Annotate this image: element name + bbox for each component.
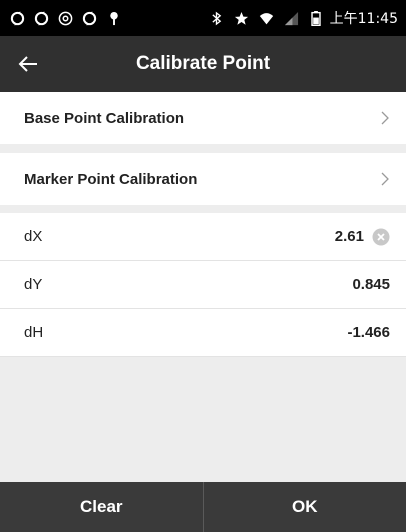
system-icons: 上午11:45 — [209, 8, 398, 28]
status-time: 上午11:45 — [329, 11, 398, 27]
dx-row: dX 2.61 — [0, 213, 406, 261]
location-pin-icon — [106, 11, 121, 26]
at-icon — [58, 11, 73, 26]
app-bar: Calibrate Point — [0, 36, 406, 92]
chevron-right-icon — [380, 110, 390, 126]
dy-row: dY 0.845 — [0, 261, 406, 309]
ok-button[interactable]: OK — [203, 482, 406, 532]
dy-label: dY — [24, 276, 43, 293]
page-title: Calibrate Point — [135, 53, 271, 74]
clear-field-icon[interactable] — [372, 228, 390, 246]
sync-icon — [82, 10, 97, 26]
dh-value-field[interactable]: -1.466 — [347, 324, 390, 341]
base-point-calibration-item[interactable]: Base Point Calibration — [0, 92, 406, 144]
wifi-icon — [259, 11, 274, 26]
marker-point-calibration-label: Marker Point Calibration — [24, 170, 198, 188]
back-button[interactable] — [8, 44, 48, 84]
dh-row: dH -1.466 — [0, 309, 406, 357]
dh-label: dH — [24, 324, 44, 341]
battery-icon — [309, 10, 324, 26]
signal-icon — [284, 11, 299, 26]
bottom-action-bar: Clear OK — [0, 482, 406, 532]
sync-icon — [10, 10, 25, 26]
bluetooth-icon — [209, 11, 224, 26]
dx-label: dX — [24, 228, 43, 245]
clear-button[interactable]: Clear — [0, 482, 203, 532]
dy-value-field[interactable]: 0.845 — [352, 276, 390, 293]
status-bar: 上午11:45 — [0, 0, 406, 36]
marker-point-calibration-item[interactable]: Marker Point Calibration — [0, 153, 406, 205]
arrow-left-icon — [18, 56, 37, 72]
chevron-right-icon — [380, 171, 390, 187]
notification-icons — [10, 10, 121, 26]
base-point-calibration-label: Base Point Calibration — [24, 109, 185, 127]
sync-icon — [34, 10, 49, 26]
dx-value-field[interactable]: 2.61 — [335, 228, 364, 245]
star-icon — [234, 11, 249, 26]
